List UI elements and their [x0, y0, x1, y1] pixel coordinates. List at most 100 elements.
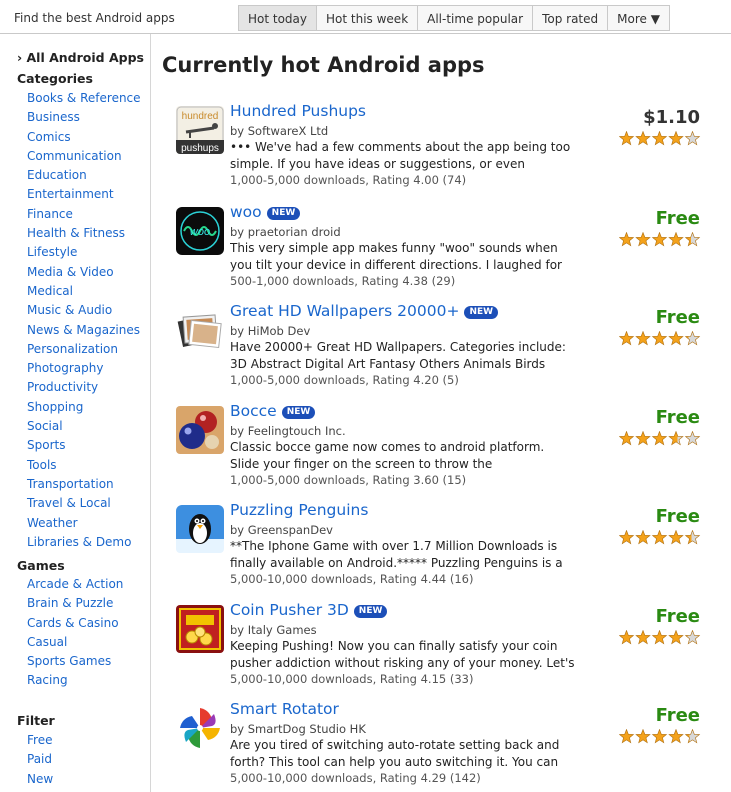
tab-all-time-popular[interactable]: All-time popular: [417, 5, 533, 31]
sidebar-category-finance[interactable]: Finance: [27, 205, 141, 224]
sidebar-category-productivity[interactable]: Productivity: [27, 378, 141, 397]
app-price: Free: [655, 506, 700, 527]
sidebar-game-category-racing[interactable]: Racing: [27, 671, 123, 690]
app-description: Classic bocce game now comes to android …: [230, 440, 545, 471]
sidebar-category-books-reference[interactable]: Books & Reference: [27, 89, 141, 108]
sidebar-category-education[interactable]: Education: [27, 166, 141, 185]
new-badge: NEW: [281, 406, 316, 419]
star-icon: [651, 530, 668, 545]
star-icon: [635, 729, 651, 744]
star-icon: [635, 431, 651, 446]
app-title-link[interactable]: Great HD Wallpapers 20000+: [230, 302, 459, 320]
rating-stars: [619, 232, 701, 247]
star-icon: [619, 729, 635, 744]
sidebar-category-transportation[interactable]: Transportation: [27, 475, 141, 494]
sidebar-category-medical[interactable]: Medical: [27, 282, 141, 301]
sidebar-game-category-arcade-action[interactable]: Arcade & Action: [27, 575, 123, 594]
app-price: Free: [655, 705, 700, 726]
app-description: Have 20000+ Great HD Wallpapers. Categor…: [230, 340, 566, 371]
sidebar-game-category-cards-casino[interactable]: Cards & Casino: [27, 614, 123, 633]
new-badge: NEW: [266, 207, 301, 220]
sidebar-game-category-sports-games[interactable]: Sports Games: [27, 652, 123, 671]
coin-pusher-app-icon[interactable]: [176, 605, 224, 653]
new-badge: NEW: [353, 605, 388, 618]
app-developer: by Feelingtouch Inc.: [230, 424, 346, 438]
star-icon: [668, 331, 684, 346]
sidebar-category-tools[interactable]: Tools: [27, 456, 141, 475]
sidebar-category-lifestyle[interactable]: Lifestyle: [27, 243, 141, 262]
app-title-link[interactable]: woo: [230, 203, 262, 221]
games-list: Arcade & Action Brain & Puzzle Cards & Cas…: [27, 575, 123, 691]
sidebar-category-photography[interactable]: Photography: [27, 359, 141, 378]
app-price: Free: [655, 407, 700, 428]
app-price: $1.10: [643, 107, 700, 128]
sidebar-filter-free[interactable]: Free: [27, 731, 53, 750]
star-icon: [651, 431, 668, 446]
sidebar-game-category-brain-puzzle[interactable]: Brain & Puzzle: [27, 594, 123, 613]
star-icon: [684, 131, 701, 146]
sidebar-category-health-fitness[interactable]: Health & Fitness: [27, 224, 141, 243]
app-title-link[interactable]: Coin Pusher 3D: [230, 601, 349, 619]
star-icon: [684, 530, 701, 545]
app-list-item: Smart Rotator by SmartDog Studio HK Are …: [162, 700, 722, 791]
star-icon: [668, 232, 684, 247]
sidebar-category-news-magazines[interactable]: News & Magazines: [27, 321, 141, 340]
app-developer: by praetorian droid: [230, 225, 341, 239]
star-icon: [668, 131, 684, 146]
rating-stars: [619, 729, 701, 744]
star-icon: [684, 630, 701, 645]
star-icon: [651, 232, 668, 247]
sidebar-filter-paid[interactable]: Paid: [27, 750, 53, 769]
woo-app-icon[interactable]: woo: [176, 207, 224, 255]
star-icon: [619, 232, 635, 247]
sidebar-category-social[interactable]: Social: [27, 417, 141, 436]
star-icon: [619, 630, 635, 645]
sidebar-category-comics[interactable]: Comics: [27, 128, 141, 147]
app-stats: 500-1,000 downloads, Rating 4.38 (29): [230, 274, 456, 288]
categories-heading: Categories: [17, 71, 93, 86]
app-title-link[interactable]: Puzzling Penguins: [230, 501, 368, 519]
app-stats: 5,000-10,000 downloads, Rating 4.15 (33): [230, 672, 474, 686]
sidebar-category-entertainment[interactable]: Entertainment: [27, 185, 141, 204]
star-icon: [684, 331, 701, 346]
category-list: Books & Reference Business Comics Communica…: [27, 89, 141, 552]
sidebar-category-music-audio[interactable]: Music & Audio: [27, 301, 141, 320]
penguin-app-icon[interactable]: [176, 505, 224, 553]
app-stats: 1,000-5,000 downloads, Rating 4.00 (74): [230, 173, 467, 187]
sidebar-category-media-video[interactable]: Media & Video: [27, 263, 141, 282]
sidebar-category-sports[interactable]: Sports: [27, 436, 141, 455]
rotator-app-icon[interactable]: [176, 704, 224, 752]
bocce-app-icon[interactable]: [176, 406, 224, 454]
app-developer: by SoftwareX Ltd: [230, 124, 329, 138]
sidebar-all-android-apps[interactable]: › All Android Apps: [17, 50, 144, 65]
star-icon: [635, 530, 651, 545]
app-developer: by Italy Games: [230, 623, 317, 637]
app-developer: by HiMob Dev: [230, 324, 311, 338]
app-title-link[interactable]: Hundred Pushups: [230, 102, 366, 120]
app-title-link[interactable]: Smart Rotator: [230, 700, 339, 718]
app-list-item: Great HD Wallpapers 20000+ NEW by HiMob D…: [162, 302, 722, 393]
sidebar-category-business[interactable]: Business: [27, 108, 141, 127]
filter-heading: Filter: [17, 713, 55, 728]
hundred-pushups-app-icon[interactable]: hundred pushups: [176, 106, 224, 154]
sidebar-category-weather[interactable]: Weather: [27, 514, 141, 533]
star-icon: [668, 530, 684, 545]
sidebar-category-communication[interactable]: Communication: [27, 147, 141, 166]
app-title-link[interactable]: Bocce: [230, 402, 277, 420]
sidebar-filter-new[interactable]: New: [27, 770, 53, 789]
app-description: This very simple app makes funny "woo" s…: [230, 241, 562, 272]
tab-hot-this-week[interactable]: Hot this week: [316, 5, 418, 31]
sidebar: › All Android Apps Categories Books & Re…: [0, 34, 151, 792]
sidebar-game-category-casual[interactable]: Casual: [27, 633, 123, 652]
wallpapers-app-icon[interactable]: [176, 306, 224, 354]
tab-hot-today[interactable]: Hot today: [238, 5, 317, 31]
sidebar-category-travel-local[interactable]: Travel & Local: [27, 494, 141, 513]
games-heading: Games: [17, 558, 65, 573]
sidebar-category-shopping[interactable]: Shopping: [27, 398, 141, 417]
sidebar-category-personalization[interactable]: Personalization: [27, 340, 141, 359]
app-description: **The Iphone Game with over 1.7 Million …: [230, 539, 563, 570]
tab-top-rated[interactable]: Top rated: [532, 5, 608, 31]
star-icon: [651, 131, 668, 146]
sidebar-category-libraries-demo[interactable]: Libraries & Demo: [27, 533, 141, 552]
tab-more-dropdown[interactable]: More ▼: [607, 5, 670, 31]
